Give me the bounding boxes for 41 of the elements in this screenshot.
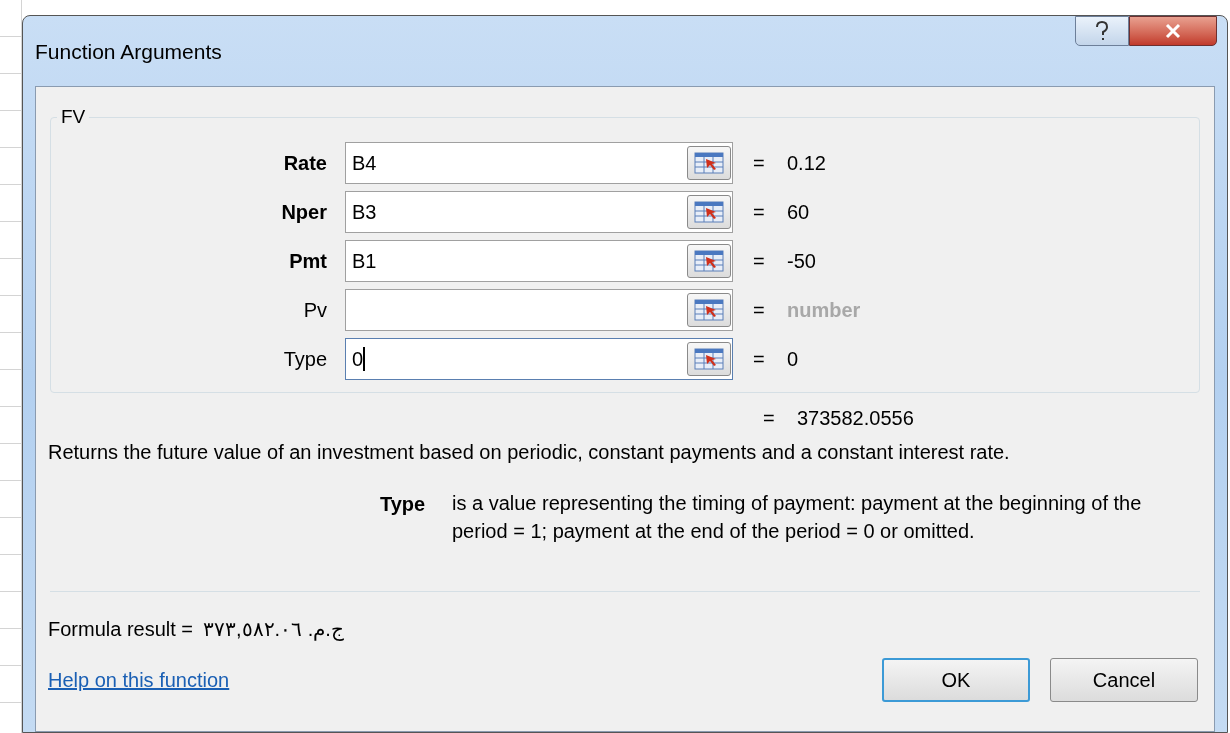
dialog-button[interactable]: OK <box>882 658 1030 702</box>
argument-label: Type <box>282 346 328 372</box>
argument-field[interactable]: B1 <box>345 239 733 282</box>
argument-field[interactable] <box>345 288 733 331</box>
dialog-button[interactable]: Cancel <box>1050 658 1198 702</box>
equals-sign: = <box>753 150 766 176</box>
equals-sign: = <box>753 248 766 274</box>
argument-label: Pv <box>302 297 328 323</box>
argument-label: Pmt <box>288 248 328 274</box>
argument-help-name: Type <box>380 492 427 517</box>
argument-result: -50 <box>787 248 816 274</box>
equals-sign: = <box>753 199 766 225</box>
window-title: Function Arguments <box>35 39 222 65</box>
help-link[interactable]: Help on this function <box>48 665 230 695</box>
collapse-dialog-button[interactable] <box>687 292 731 327</box>
argument-label: Nper <box>280 199 328 225</box>
collapse-dialog-button[interactable] <box>687 145 731 180</box>
argument-field[interactable]: B3 <box>345 190 733 233</box>
argument-result: 60 <box>787 199 810 225</box>
function-description: Returns the future value of an investment based on periodic, constant payments and a constant interest rate. <box>48 440 1011 465</box>
argument-result: 0.12 <box>787 150 826 176</box>
equals-sign: = <box>753 297 766 323</box>
collapse-dialog-button[interactable] <box>687 194 731 229</box>
close-icon <box>1164 23 1182 39</box>
argument-result: 0 <box>787 346 799 372</box>
equals-sign: = <box>763 406 776 431</box>
argument-field[interactable]: 0 <box>345 337 733 380</box>
total-result: 373582.0556 <box>797 406 914 431</box>
question-mark-icon <box>1095 21 1109 41</box>
argument-help-text: is a value representing the timing of payment: payment at the beginning of the period = 1; payment at the end of the period = 0 or omitted. <box>452 491 1143 544</box>
collapse-dialog-button[interactable] <box>687 341 731 376</box>
group-title: FV <box>60 105 87 129</box>
formula-result-value: ج.م. ٣٧٣,٥٨٢.٠٦ <box>203 617 344 643</box>
argument-label: Rate <box>282 150 328 176</box>
equals-sign: = <box>753 346 766 372</box>
formula-result-label: Formula result = <box>48 617 194 642</box>
argument-field[interactable]: B4 <box>345 141 733 184</box>
help-button[interactable] <box>1075 16 1129 46</box>
close-button[interactable] <box>1129 16 1217 46</box>
collapse-dialog-button[interactable] <box>687 243 731 278</box>
argument-result: number <box>787 297 861 323</box>
